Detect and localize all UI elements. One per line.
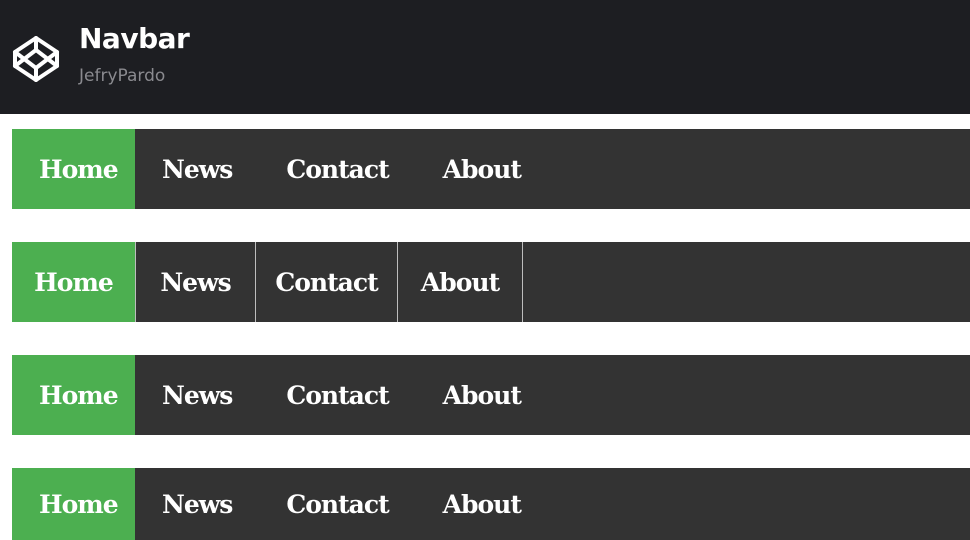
nav-item-news[interactable]: News (136, 242, 256, 322)
nav-item-contact[interactable]: Contact (259, 468, 415, 540)
nav-item-about[interactable]: About (416, 468, 548, 540)
nav-item-home[interactable]: Home (12, 355, 135, 435)
nav-item-contact[interactable]: Contact (259, 129, 415, 209)
navbar-4: Home News Contact About (12, 468, 970, 540)
nav-item-contact[interactable]: Contact (256, 242, 398, 322)
author-name[interactable]: JefryPardo (79, 66, 165, 86)
page-title: Navbar (79, 22, 190, 55)
nav-item-contact[interactable]: Contact (259, 355, 415, 435)
nav-item-home[interactable]: Home (12, 468, 135, 540)
navbar-2: Home News Contact About (12, 242, 970, 322)
page-header: Navbar JefryPardo (0, 0, 970, 114)
nav-item-home[interactable]: Home (12, 129, 135, 209)
navbar-3: Home News Contact About (12, 355, 970, 435)
navbar-1: Home News Contact About (12, 129, 970, 209)
codepen-logo-icon[interactable] (10, 33, 62, 85)
nav-item-news[interactable]: News (135, 129, 259, 209)
nav-item-news[interactable]: News (135, 468, 259, 540)
nav-item-about[interactable]: About (398, 242, 523, 322)
nav-item-about[interactable]: About (416, 355, 548, 435)
nav-item-home[interactable]: Home (12, 242, 136, 322)
nav-item-about[interactable]: About (416, 129, 548, 209)
nav-item-news[interactable]: News (135, 355, 259, 435)
